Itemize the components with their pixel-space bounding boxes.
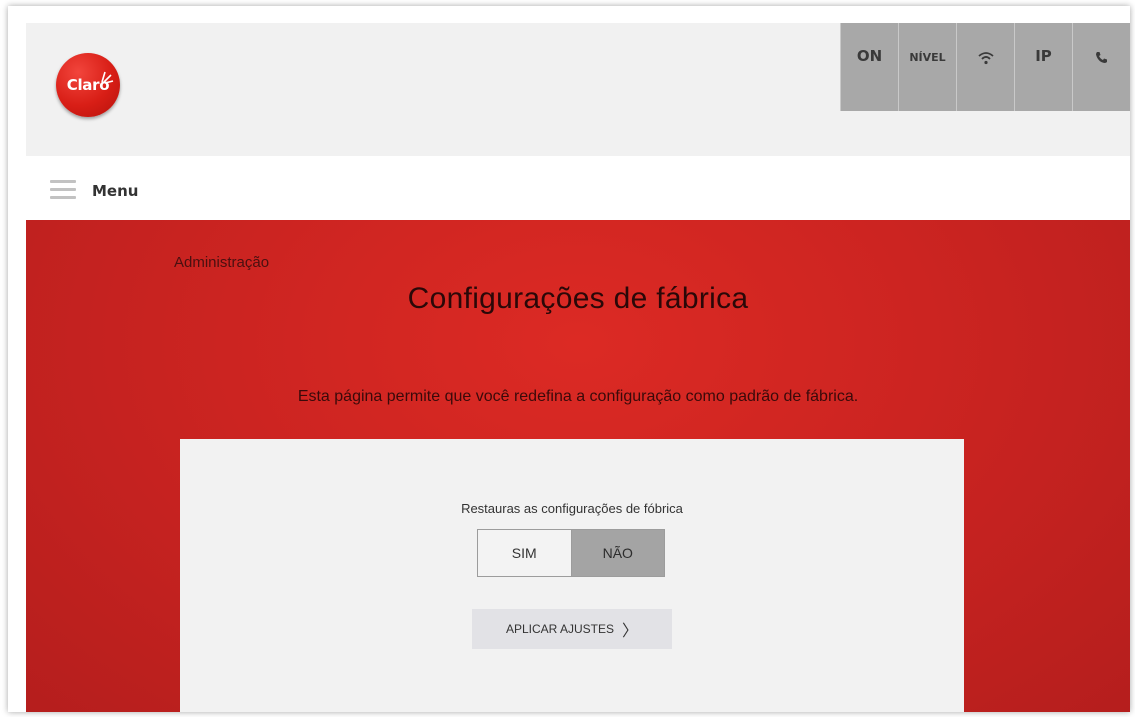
router-admin-page: Claro ON NÍVEL IP Menu Administração Con… [8,6,1130,712]
menu-bar: Menu [26,156,1130,220]
header: Claro ON NÍVEL IP [26,23,1130,156]
menu-label[interactable]: Menu [92,182,138,200]
status-nivel-label: NÍVEL [909,51,946,64]
status-bar: ON NÍVEL IP [840,23,1130,111]
toggle-sim-button[interactable]: SIM [478,530,572,576]
page-description: Esta página permite que você redefina a … [297,388,859,405]
hamburger-icon[interactable] [50,180,76,200]
toggle-nao-button[interactable]: NÃO [571,530,664,576]
status-wifi[interactable] [956,23,1014,111]
status-on[interactable]: ON [840,23,898,111]
main-content: Administração Configurações de fábrica E… [26,220,1130,712]
status-nivel[interactable]: NÍVEL [898,23,956,111]
breadcrumb[interactable]: Administração [174,254,269,271]
status-ip[interactable]: IP [1014,23,1072,111]
status-phone[interactable] [1072,23,1130,111]
claro-logo[interactable]: Claro [56,53,120,117]
restore-label: Restauras as configurações de fóbrica [461,501,683,516]
chevron-right-icon: 〉 [622,623,639,640]
status-ip-label: IP [1035,47,1052,65]
apply-settings-label: APLICAR AJUSTES [505,622,615,636]
status-on-label: ON [856,47,883,65]
logo-rays-icon [101,71,114,84]
phone-icon [1096,52,1107,63]
factory-reset-panel: Restauras as configurações de fóbrica SI… [180,439,964,712]
apply-settings-button[interactable]: APLICAR AJUSTES 〉 [472,609,672,649]
restore-toggle: SIM NÃO [477,529,665,577]
page-title: Configurações de fábrica [407,282,749,315]
wifi-icon [977,52,994,65]
